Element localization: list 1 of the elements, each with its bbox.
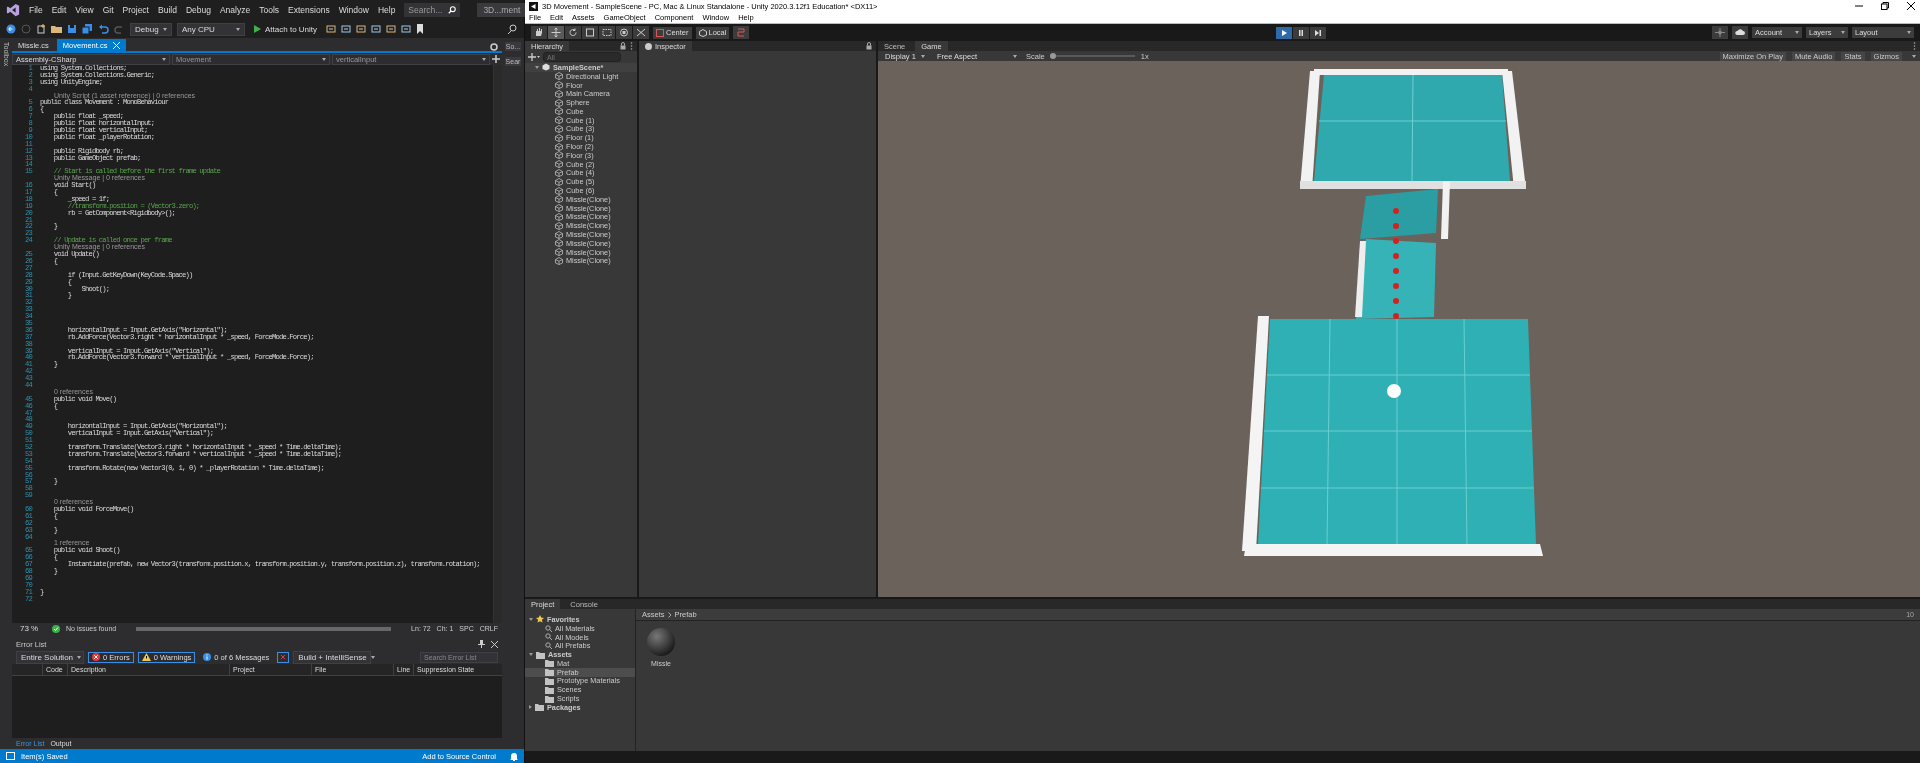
solution-title: 3D...ment bbox=[477, 3, 527, 17]
